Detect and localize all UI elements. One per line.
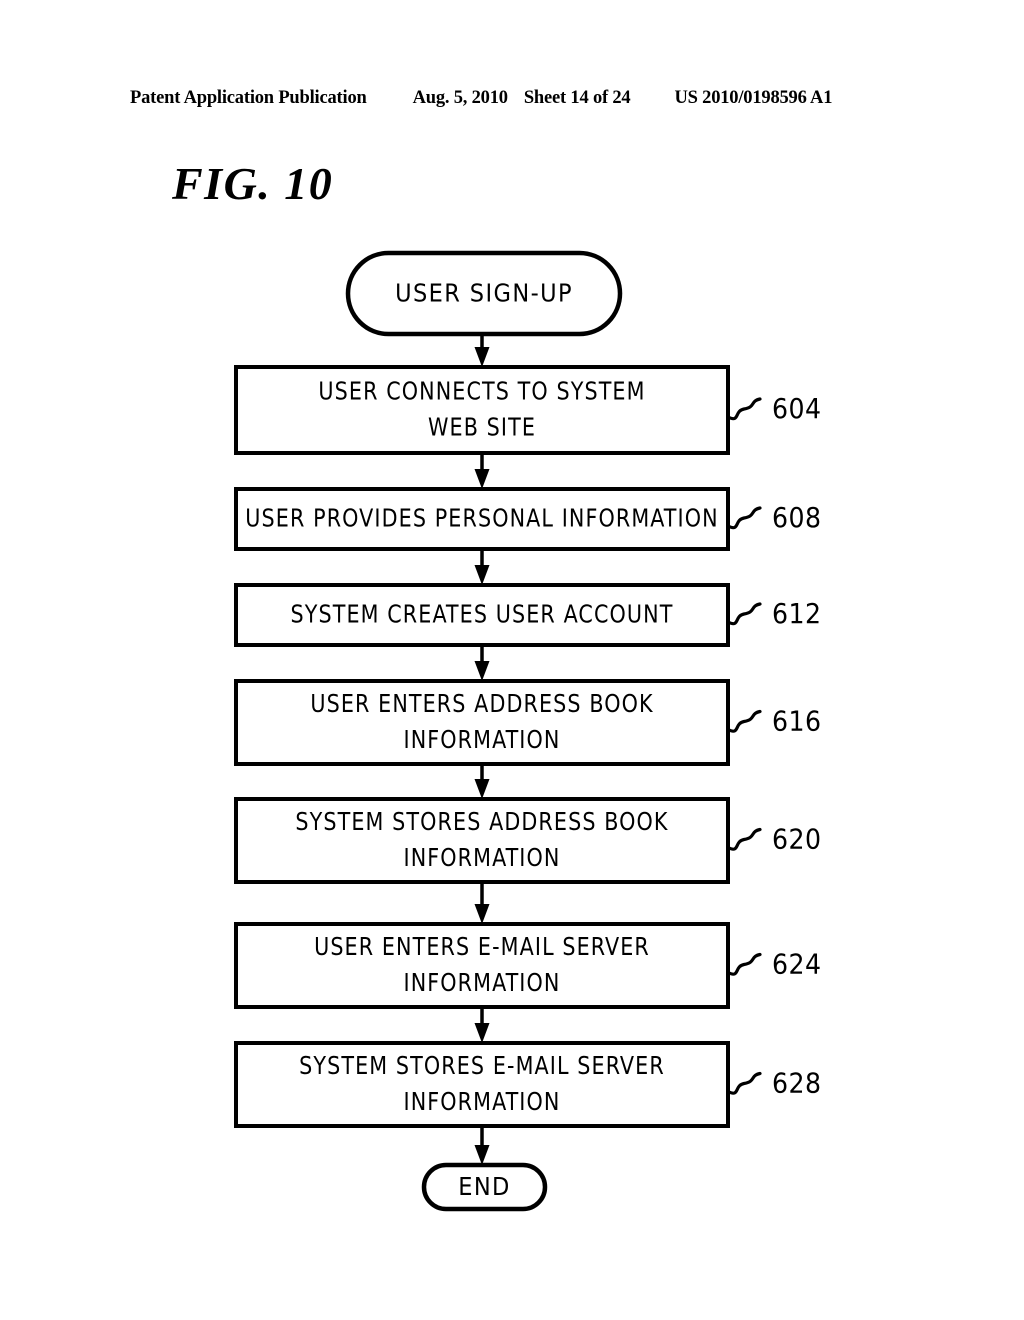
node-text-line: USER CONNECTS TO SYSTEM (318, 376, 645, 405)
node-text-line: USER SIGN-UP (395, 279, 573, 308)
reference-numeral-616: 616 (772, 705, 822, 738)
reference-numeral-624: 624 (772, 948, 822, 981)
node-text-line: USER ENTERS ADDRESS BOOK (310, 689, 653, 718)
reference-numeral-612: 612 (772, 597, 822, 630)
reference-numeral-620: 620 (772, 823, 822, 856)
node-text-line: END (458, 1172, 511, 1201)
arrow-head-icon (474, 661, 490, 681)
arrow-head-icon (474, 1145, 490, 1165)
leader-line-604 (726, 397, 762, 421)
leader-line-628 (726, 1071, 762, 1095)
reference-numeral-608: 608 (772, 501, 822, 534)
arrow-head-icon (474, 779, 490, 799)
process-box-label-612: SYSTEM CREATES USER ACCOUNT (291, 599, 674, 628)
node-text-line: WEB SITE (428, 412, 536, 441)
leader-line-620 (726, 827, 762, 851)
patent-page: Patent Application Publication Aug. 5, 2… (0, 0, 1024, 1320)
node-text-line: USER ENTERS E-MAIL SERVER (314, 932, 650, 961)
connector-start-to-604 (474, 334, 490, 367)
leader-line-616 (726, 709, 762, 733)
connector-616-to-620 (474, 764, 490, 799)
process-box-label-608: USER PROVIDES PERSONAL INFORMATION (245, 503, 718, 532)
flowchart-diagram: USER SIGN-UP USER CONNECTS TO SYSTEM WEB S… (234, 250, 822, 1212)
reference-numeral-628: 628 (772, 1067, 822, 1100)
leader-line-612 (726, 602, 762, 626)
node-text-line: SYSTEM STORES E-MAIL SERVER (299, 1051, 665, 1080)
arrow-head-icon (474, 904, 490, 924)
arrow-head-icon (474, 1023, 490, 1043)
connector-608-to-612 (474, 549, 490, 585)
node-text-line: INFORMATION (404, 968, 561, 997)
end-terminator-label: END (458, 1172, 511, 1201)
start-terminator-label: USER SIGN-UP (395, 279, 573, 308)
arrow-head-icon (474, 565, 490, 585)
arrow-head-icon (474, 347, 490, 367)
node-text-line: USER PROVIDES PERSONAL INFORMATION (245, 503, 718, 532)
connector-604-to-608 (474, 453, 490, 489)
arrow-head-icon (474, 469, 490, 489)
node-text-line: SYSTEM STORES ADDRESS BOOK (295, 807, 668, 836)
connector-620-to-624 (474, 882, 490, 924)
node-text-line: INFORMATION (404, 725, 561, 754)
leader-line-608 (726, 506, 762, 530)
leader-line-624 (726, 952, 762, 976)
connector-612-to-616 (474, 645, 490, 681)
connector-624-to-628 (474, 1007, 490, 1043)
node-text-line: INFORMATION (404, 1087, 561, 1116)
node-text-line: INFORMATION (404, 843, 561, 872)
connector-628-to-end (474, 1126, 490, 1165)
node-text-line: SYSTEM CREATES USER ACCOUNT (291, 599, 674, 628)
reference-numeral-604: 604 (772, 392, 822, 425)
